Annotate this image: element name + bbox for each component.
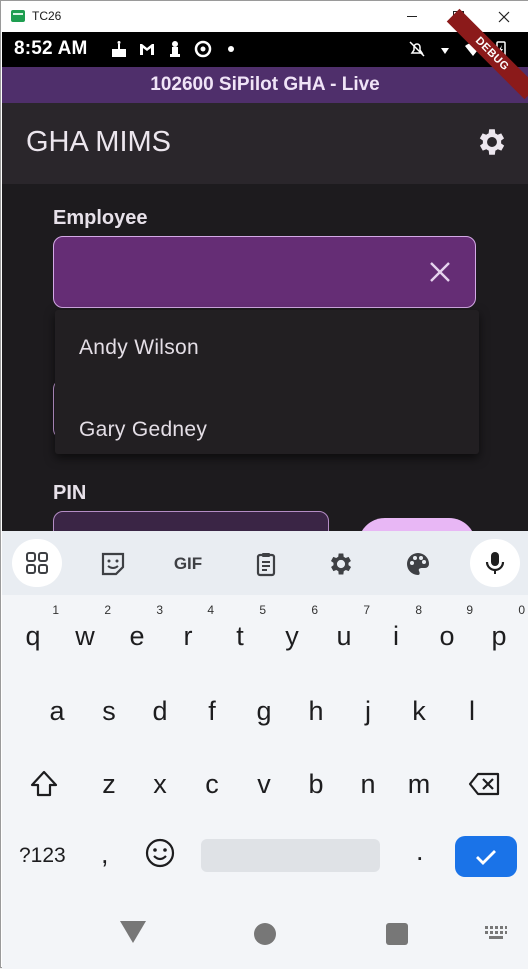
key-n[interactable]: n	[348, 769, 388, 800]
key-v[interactable]: v	[244, 769, 284, 800]
dropdown-option[interactable]: Andy Wilson	[55, 310, 479, 382]
app-icon	[11, 10, 25, 22]
login-form: Employee PIN Andy Wilson Gary Gedney	[2, 184, 528, 531]
data-arrow-icon	[441, 48, 449, 54]
gmail-icon	[140, 44, 154, 55]
dropdown-option[interactable]: Gary Gedney	[55, 382, 479, 454]
enter-key[interactable]	[455, 836, 517, 877]
period-key[interactable]: .	[416, 836, 424, 867]
close-icon	[430, 262, 450, 282]
emoji-key[interactable]	[144, 837, 176, 869]
sticker-button[interactable]	[89, 541, 137, 587]
palette-icon	[407, 553, 429, 575]
emoji-icon	[145, 838, 175, 868]
key-a[interactable]: a	[37, 696, 77, 727]
voice-input-button[interactable]	[470, 539, 520, 587]
key-u[interactable]: u7	[324, 603, 370, 652]
grid-icon	[26, 552, 48, 574]
key-m[interactable]: m	[399, 769, 439, 800]
key-q[interactable]: q1	[13, 603, 59, 652]
clipboard-button[interactable]	[242, 541, 290, 587]
checkmark-icon	[476, 849, 496, 865]
backspace-icon	[468, 772, 500, 796]
key-s[interactable]: s	[89, 696, 129, 727]
environment-banner: 102600 SiPilot GHA - Live	[2, 67, 528, 103]
key-g[interactable]: g	[244, 696, 284, 727]
app-bar: GHA MIMS	[2, 103, 528, 184]
app-title: GHA MIMS	[26, 126, 172, 158]
key-f[interactable]: f	[192, 696, 232, 727]
submit-button[interactable]	[358, 518, 476, 531]
clipboard-icon	[256, 553, 276, 577]
employee-label: Employee	[53, 207, 148, 229]
settings-button[interactable]	[475, 125, 509, 159]
gif-button[interactable]: GIF	[164, 541, 212, 587]
window-title: TC26	[32, 9, 62, 23]
status-bar: 8:52 AM	[2, 32, 528, 67]
key-z[interactable]: z	[89, 769, 129, 800]
dot-icon	[228, 46, 234, 52]
navigation-bar	[2, 905, 528, 969]
key-b[interactable]: b	[296, 769, 336, 800]
key-p[interactable]: p0	[479, 603, 525, 652]
keyboard-settings-button[interactable]	[317, 541, 365, 587]
shift-key[interactable]	[28, 768, 60, 800]
key-h[interactable]: h	[296, 696, 336, 727]
key-x[interactable]: x	[140, 769, 180, 800]
back-button[interactable]	[120, 921, 146, 943]
keyboard-toolbar: GIF	[2, 531, 528, 595]
clear-button[interactable]	[427, 259, 453, 285]
microphone-icon	[485, 552, 505, 574]
key-c[interactable]: c	[192, 769, 232, 800]
key-o[interactable]: o9	[427, 603, 473, 652]
employee-field[interactable]	[53, 236, 476, 308]
cake-icon	[112, 41, 126, 57]
theme-button[interactable]	[394, 541, 442, 587]
window-titlebar: TC26	[1, 1, 528, 32]
key-e[interactable]: e3	[117, 603, 163, 652]
emulator-window: TC26 8:52 AM DEBUG 102600 SiPilot GHA - …	[0, 0, 528, 969]
key-y[interactable]: y6	[272, 603, 318, 652]
key-t[interactable]: t5	[220, 603, 266, 652]
key-d[interactable]: d	[140, 696, 180, 727]
apps-button[interactable]	[12, 539, 62, 587]
mute-icon	[409, 41, 425, 57]
sync-icon	[194, 40, 212, 58]
symbols-key[interactable]: ?123	[19, 844, 66, 868]
soft-keyboard: GIF q1 w2 e3 r4 t5 y6 u7 i8 o9 p0 a s d …	[2, 531, 528, 969]
key-r[interactable]: r4	[168, 603, 215, 652]
backspace-key[interactable]	[468, 770, 502, 798]
key-i[interactable]: i8	[376, 603, 422, 652]
minimize-button[interactable]	[389, 1, 435, 32]
key-w[interactable]: w2	[65, 603, 111, 652]
pin-field[interactable]	[53, 511, 329, 531]
comma-key[interactable]: ,	[101, 839, 109, 870]
space-key[interactable]	[201, 839, 380, 872]
recents-button[interactable]	[386, 923, 408, 945]
sticker-icon	[101, 552, 125, 576]
keyboard-switch-icon[interactable]	[484, 925, 508, 941]
employee-dropdown: Andy Wilson Gary Gedney	[55, 310, 479, 454]
pin-label: PIN	[53, 482, 87, 504]
close-icon	[498, 11, 510, 22]
close-button[interactable]	[481, 1, 527, 32]
key-j[interactable]: j	[348, 696, 388, 727]
gear-icon	[330, 553, 352, 575]
home-button[interactable]	[254, 923, 276, 945]
chess-icon	[170, 41, 180, 57]
gear-icon	[479, 129, 505, 155]
key-k[interactable]: k	[399, 696, 439, 727]
shift-icon	[30, 770, 58, 797]
status-time: 8:52 AM	[14, 38, 88, 59]
key-l[interactable]: l	[452, 696, 492, 727]
